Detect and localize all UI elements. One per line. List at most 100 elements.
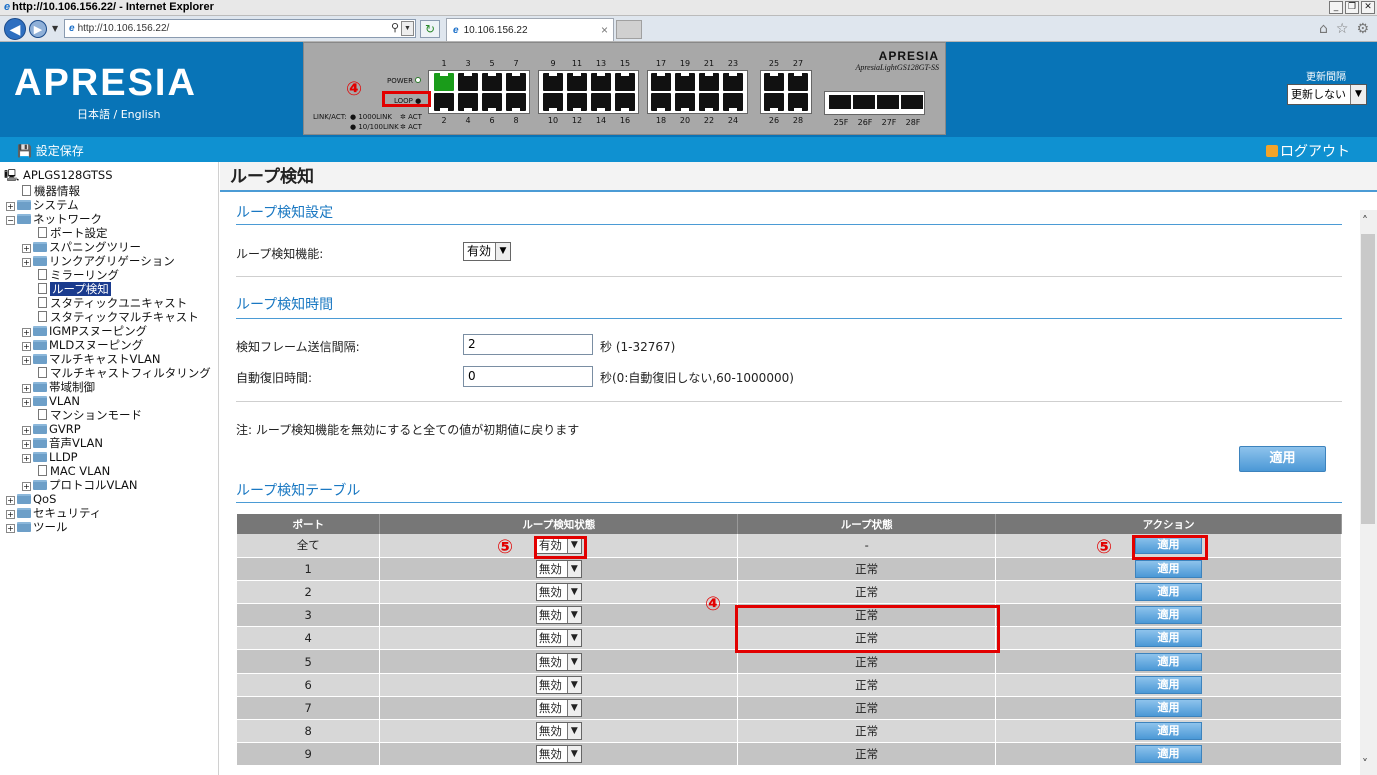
detect-state-select[interactable]: 無効 ▼ <box>535 629 582 648</box>
ethernet-port-icon[interactable] <box>788 72 808 91</box>
ethernet-port-icon[interactable] <box>458 72 478 91</box>
row-apply-button[interactable]: 適用 <box>1135 606 1203 625</box>
tree-item-multicast-vlan[interactable]: + マルチキャストVLAN <box>22 352 161 366</box>
tree-item-qos[interactable]: + QoS <box>6 492 56 506</box>
sfp-port-icon[interactable] <box>901 95 923 109</box>
ethernet-port-icon[interactable] <box>506 93 526 112</box>
ethernet-port-icon[interactable] <box>543 72 563 91</box>
ethernet-port-icon[interactable] <box>699 72 719 91</box>
home-icon[interactable]: ⌂ <box>1319 21 1328 37</box>
ethernet-port-icon[interactable] <box>615 93 635 112</box>
tree-item-security[interactable]: + セキュリティ <box>6 506 101 520</box>
vertical-scrollbar[interactable]: ˄ ˅ <box>1360 210 1377 775</box>
tree-item-spanning-tree[interactable]: + スパニングツリー <box>22 240 141 254</box>
ethernet-port-icon[interactable] <box>788 93 808 112</box>
tree-item-mansion-mode[interactable]: マンションモード <box>38 408 142 422</box>
tree-item-voice-vlan[interactable]: + 音声VLAN <box>22 436 103 450</box>
logout-button[interactable]: ログアウト <box>1266 141 1350 161</box>
search-icon[interactable]: ⚲ <box>391 21 399 34</box>
tree-item-port-settings[interactable]: ポート設定 <box>38 226 108 240</box>
interval-input[interactable]: 2 <box>463 334 593 355</box>
row-apply-button[interactable]: 適用 <box>1135 582 1203 601</box>
ethernet-port-icon[interactable] <box>723 72 743 91</box>
ethernet-port-icon[interactable] <box>764 93 784 112</box>
ethernet-port-icon[interactable] <box>434 72 454 91</box>
tree-item-system[interactable]: + システム <box>6 198 79 212</box>
tree-item-mac-vlan[interactable]: MAC VLAN <box>38 464 110 478</box>
tree-item-loop-detection[interactable]: ループ検知 <box>38 282 111 296</box>
tree-item-igmp-snooping[interactable]: + IGMPスヌーピング <box>22 324 147 338</box>
ethernet-port-icon[interactable] <box>675 72 695 91</box>
ethernet-port-icon[interactable] <box>723 93 743 112</box>
sfp-port-icon[interactable] <box>853 95 875 109</box>
detect-state-select[interactable]: 無効 ▼ <box>535 559 582 578</box>
sfp-port-icon[interactable] <box>829 95 851 109</box>
forward-button[interactable]: ▶ <box>29 20 47 38</box>
tree-item-lldp[interactable]: + LLDP <box>22 450 78 464</box>
tree-item-tools[interactable]: + ツール <box>6 520 68 534</box>
sfp-port-icon[interactable] <box>877 95 899 109</box>
row-apply-button[interactable]: 適用 <box>1135 559 1203 578</box>
save-config-button[interactable]: 💾 設定保存 <box>17 142 84 159</box>
loop-function-select[interactable]: 有効 ▼ <box>463 242 511 261</box>
close-tab-icon[interactable]: × <box>601 23 608 37</box>
detect-state-select[interactable]: 無効 ▼ <box>535 652 582 671</box>
row-apply-button[interactable]: 適用 <box>1135 722 1203 741</box>
ethernet-port-icon[interactable] <box>675 93 695 112</box>
refresh-button[interactable]: ↻ <box>420 20 440 38</box>
ethernet-port-icon[interactable] <box>434 93 454 112</box>
tree-item-static-multicast[interactable]: スタティックマルチキャスト <box>38 310 199 324</box>
restore-button[interactable]: ❐ <box>1345 1 1359 14</box>
ethernet-port-icon[interactable] <box>651 93 671 112</box>
browser-tab[interactable]: e 10.106.156.22 × <box>446 18 614 41</box>
minimize-button[interactable]: _ <box>1329 1 1343 14</box>
history-dropdown-icon[interactable]: ▼ <box>52 24 58 33</box>
tree-item-gvrp[interactable]: + GVRP <box>22 422 81 436</box>
tree-item-vlan[interactable]: + VLAN <box>22 394 80 408</box>
ethernet-port-icon[interactable] <box>615 72 635 91</box>
tree-item-protocol-vlan[interactable]: + プロトコルVLAN <box>22 478 138 492</box>
tree-root[interactable]: 🖳 APLGS128GTSS <box>4 168 113 182</box>
tree-item-static-unicast[interactable]: スタティックユニキャスト <box>38 296 187 310</box>
detect-state-select[interactable]: 無効 ▼ <box>535 698 582 717</box>
tree-item-network[interactable]: − ネットワーク <box>6 212 102 226</box>
address-dropdown-icon[interactable]: ▼ <box>401 21 414 36</box>
row-apply-button[interactable]: 適用 <box>1135 652 1203 671</box>
ethernet-port-icon[interactable] <box>591 93 611 112</box>
detect-state-select[interactable]: 無効 ▼ <box>535 745 582 764</box>
ethernet-port-icon[interactable] <box>482 72 502 91</box>
tree-item-multicast-filtering[interactable]: マルチキャストフィルタリング <box>38 366 211 380</box>
ethernet-port-icon[interactable] <box>651 72 671 91</box>
ethernet-port-icon[interactable] <box>764 72 784 91</box>
row-apply-button[interactable]: 適用 <box>1135 629 1203 648</box>
tree-item-device-info[interactable]: 機器情報 <box>22 184 80 198</box>
ethernet-port-icon[interactable] <box>458 93 478 112</box>
tree-item-bandwidth[interactable]: + 帯域制御 <box>22 380 95 394</box>
apply-button[interactable]: 適用 <box>1239 446 1326 472</box>
ethernet-port-icon[interactable] <box>591 72 611 91</box>
scroll-down-icon[interactable]: ˅ <box>1362 757 1368 771</box>
detect-state-select[interactable]: 無効 ▼ <box>535 722 582 741</box>
tree-item-mirroring[interactable]: ミラーリング <box>38 268 119 282</box>
refresh-interval-select[interactable]: 更新しない ▼ <box>1287 84 1367 105</box>
new-tab-button[interactable] <box>616 20 642 39</box>
recover-input[interactable]: 0 <box>463 366 593 387</box>
detect-state-select[interactable]: 無効 ▼ <box>535 675 582 694</box>
ethernet-port-icon[interactable] <box>567 93 587 112</box>
detect-state-select[interactable]: 無効 ▼ <box>535 606 582 625</box>
scroll-thumb[interactable] <box>1361 234 1375 524</box>
row-apply-button[interactable]: 適用 <box>1135 745 1203 764</box>
ethernet-port-icon[interactable] <box>506 72 526 91</box>
detect-state-select[interactable]: 無効 ▼ <box>535 582 582 601</box>
row-apply-button[interactable]: 適用 <box>1135 675 1203 694</box>
address-bar[interactable]: e http://10.106.156.22/ ⚲ ▼ <box>64 19 416 38</box>
tree-item-mld-snooping[interactable]: + MLDスヌーピング <box>22 338 143 352</box>
scroll-up-icon[interactable]: ˄ <box>1362 214 1368 228</box>
ethernet-port-icon[interactable] <box>699 93 719 112</box>
favorites-star-icon[interactable]: ☆ <box>1336 21 1349 37</box>
ethernet-port-icon[interactable] <box>543 93 563 112</box>
row-apply-button[interactable]: 適用 <box>1135 698 1203 717</box>
back-button[interactable]: ◀ <box>4 18 26 40</box>
ethernet-port-icon[interactable] <box>567 72 587 91</box>
settings-gear-icon[interactable]: ⚙ <box>1356 21 1369 37</box>
